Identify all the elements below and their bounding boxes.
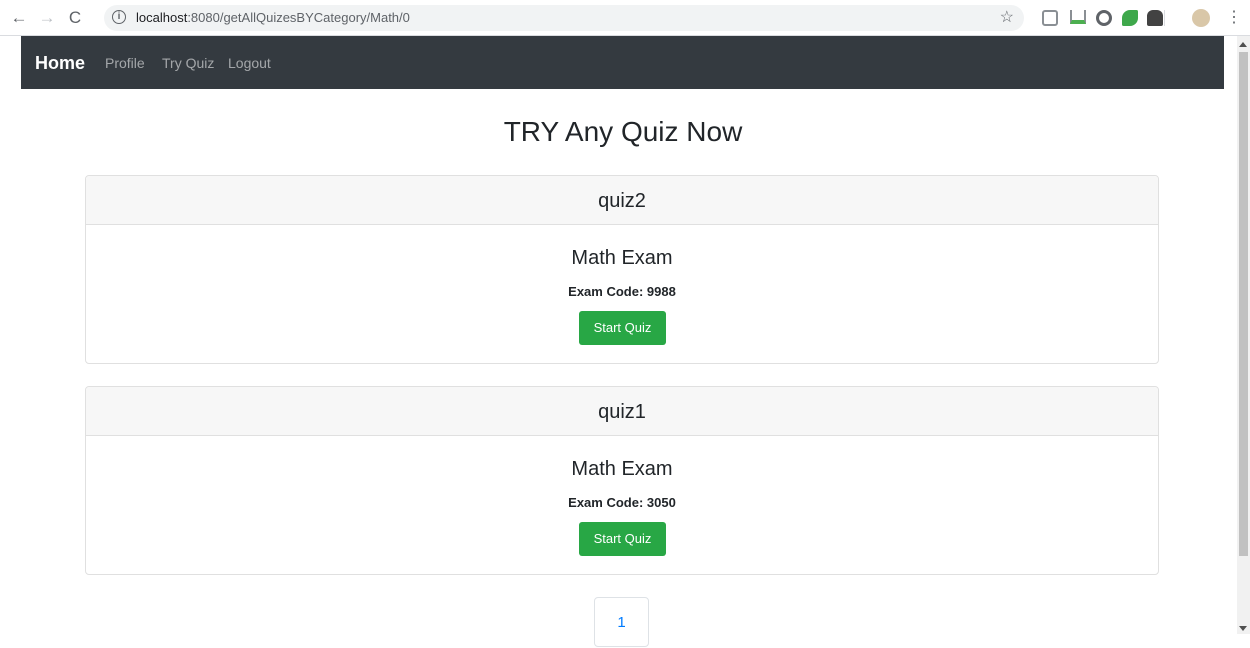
- nav-link-profile[interactable]: Profile: [105, 36, 145, 89]
- exam-code: Exam Code: 3050: [568, 495, 676, 510]
- quiz-title: Math Exam: [571, 247, 673, 269]
- browser-toolbar: ← → C i localhost:8080/getAllQuizesBYCat…: [0, 0, 1250, 36]
- pagination-page-1[interactable]: 1: [594, 597, 649, 647]
- url-text[interactable]: localhost:8080/getAllQuizesBYCategory/Ma…: [136, 5, 410, 31]
- app-navbar: Home Profile Try Quiz Logout: [21, 36, 1224, 89]
- back-arrow-icon[interactable]: ←: [8, 7, 30, 29]
- android-icon[interactable]: [1147, 10, 1163, 26]
- quiz-card: quiz2 Math Exam Exam Code: 9988 Start Qu…: [85, 175, 1159, 364]
- address-bar[interactable]: i localhost:8080/getAllQuizesBYCategory/…: [104, 5, 1024, 31]
- quiz-title: Math Exam: [571, 458, 673, 480]
- reload-icon[interactable]: C: [64, 7, 86, 29]
- quiz-card-header: quiz1: [86, 387, 1158, 436]
- nav-link-logout[interactable]: Logout: [228, 36, 271, 89]
- leaf-extension-icon[interactable]: [1122, 10, 1138, 26]
- profile-avatar[interactable]: [1192, 9, 1210, 27]
- scroll-down-icon[interactable]: [1239, 626, 1247, 631]
- quiz-card-header: quiz2: [86, 176, 1158, 225]
- menu-dots-icon[interactable]: ⋮: [1226, 7, 1242, 29]
- bookmark-star-icon[interactable]: ☆: [1000, 5, 1014, 31]
- quiz-card: quiz1 Math Exam Exam Code: 3050 Start Qu…: [85, 386, 1159, 575]
- forward-arrow-icon[interactable]: →: [36, 7, 58, 29]
- nav-link-try-quiz[interactable]: Try Quiz: [162, 36, 214, 89]
- toolbar-divider: [1164, 10, 1165, 26]
- info-icon[interactable]: i: [112, 10, 126, 24]
- page-title: TRY Any Quiz Now: [503, 116, 743, 147]
- scroll-up-icon[interactable]: [1239, 42, 1247, 47]
- start-quiz-button[interactable]: Start Quiz: [579, 522, 666, 556]
- start-quiz-button[interactable]: Start Quiz: [579, 311, 666, 345]
- exam-code: Exam Code: 9988: [568, 284, 676, 299]
- download-icon[interactable]: [1070, 10, 1086, 24]
- camera-icon[interactable]: [1042, 10, 1058, 26]
- quiz-card-body: Math Exam Exam Code: 9988 Start Quiz: [86, 225, 1158, 363]
- circle-extension-icon[interactable]: [1096, 10, 1112, 26]
- quiz-card-body: Math Exam Exam Code: 3050 Start Quiz: [86, 436, 1158, 574]
- nav-home-brand[interactable]: Home: [35, 36, 85, 89]
